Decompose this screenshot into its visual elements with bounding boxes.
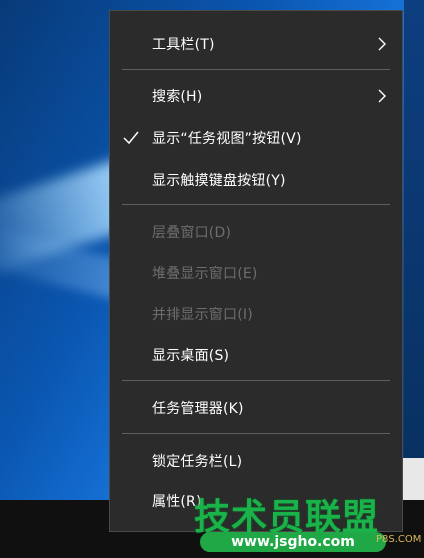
menu-item-show-task-view-button[interactable]: 显示“任务视图”按钮(V): [110, 123, 402, 153]
menu-item-label: 显示触摸键盘按钮(Y): [152, 173, 286, 189]
menu-item-label: 搜索(H): [152, 89, 203, 105]
watermark-sub: P8S.COM: [376, 534, 422, 545]
menu-item-label: 任务管理器(K): [152, 401, 244, 417]
menu-item-show-desktop[interactable]: 显示桌面(S): [110, 340, 402, 370]
menu-item-side-by-side-windows: 并排显示窗口(I): [110, 299, 402, 329]
menu-separator: [122, 69, 390, 70]
site-watermark: 技术员联盟 www.jsgho.com P8S.COM: [186, 488, 424, 558]
chevron-right-icon: [378, 89, 386, 103]
taskbar-context-menu: 工具栏(T) 搜索(H) 显示“任务视图”按钮(V) 显示触摸键盘按钮(Y) 层…: [109, 10, 403, 532]
menu-item-toolbars[interactable]: 工具栏(T): [110, 29, 402, 59]
watermark-url: www.jsgho.com: [200, 532, 386, 552]
menu-item-label: 堆叠显示窗口(E): [152, 266, 258, 282]
menu-item-label: 显示桌面(S): [152, 348, 230, 364]
chevron-right-icon: [378, 37, 386, 51]
menu-item-label: 工具栏(T): [152, 37, 215, 53]
menu-item-show-touch-keyboard-button[interactable]: 显示触摸键盘按钮(Y): [110, 165, 402, 195]
menu-item-label: 锁定任务栏(L): [152, 454, 243, 470]
menu-item-label: 显示“任务视图”按钮(V): [152, 131, 302, 147]
menu-separator: [122, 433, 390, 434]
menu-separator: [122, 204, 390, 205]
menu-item-task-manager[interactable]: 任务管理器(K): [110, 393, 402, 423]
menu-item-search[interactable]: 搜索(H): [110, 81, 402, 111]
checkmark-icon: [123, 131, 139, 145]
wallpaper-edge: [404, 0, 424, 500]
menu-item-cascade-windows: 层叠窗口(D): [110, 217, 402, 247]
menu-separator: [122, 380, 390, 381]
menu-item-label: 并排显示窗口(I): [152, 307, 253, 323]
menu-item-lock-taskbar[interactable]: 锁定任务栏(L): [110, 446, 402, 476]
menu-item-label: 层叠窗口(D): [152, 225, 232, 241]
menu-item-stacked-windows: 堆叠显示窗口(E): [110, 258, 402, 288]
